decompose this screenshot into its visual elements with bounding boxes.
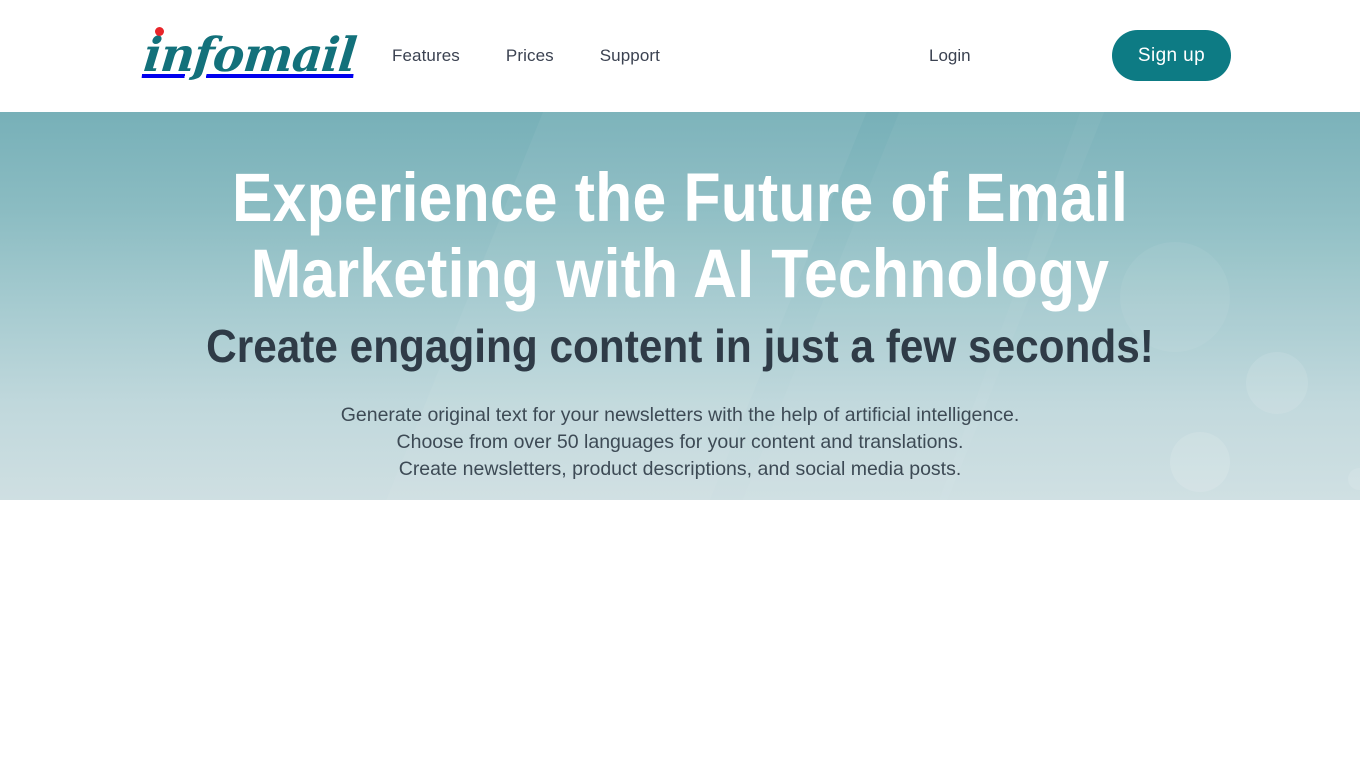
hero-description-line-1: Generate original text for your newslett… [340, 404, 1020, 426]
nav-item-support[interactable]: Support [600, 46, 660, 66]
logo-dot-icon [155, 27, 164, 36]
main-navigation: Features Prices Support [392, 0, 660, 112]
hero-subtitle: Create engaging content in just a few se… [206, 320, 1154, 372]
nav-item-prices[interactable]: Prices [506, 46, 554, 66]
page-root: infomail Features Prices Support Login S… [0, 0, 1360, 764]
hero-description-line-2: Choose from over 50 languages for your c… [396, 431, 964, 453]
cookie-consent-banner: This website uses cookies We use cookies… [0, 500, 1360, 764]
login-link[interactable]: Login [929, 0, 971, 112]
hero-description-line-3: Create newsletters, product descriptions… [398, 458, 962, 480]
hero-description: Generate original text for your newslett… [0, 402, 1360, 483]
signup-button[interactable]: Sign up [1112, 30, 1231, 81]
hero-title-line-2: Marketing with AI Technology [250, 235, 1110, 312]
nav-item-features[interactable]: Features [392, 46, 460, 66]
hero-title-line-1: Experience the Future of Email [231, 159, 1129, 236]
hero-section: Experience the Future of Email Marketing… [0, 112, 1360, 501]
site-header: infomail Features Prices Support Login S… [0, 0, 1360, 112]
logo-wordmark: infomail [141, 27, 359, 83]
hero-title: Experience the Future of Email Marketing… [82, 160, 1279, 312]
logo-infomail[interactable]: infomail [141, 20, 358, 90]
